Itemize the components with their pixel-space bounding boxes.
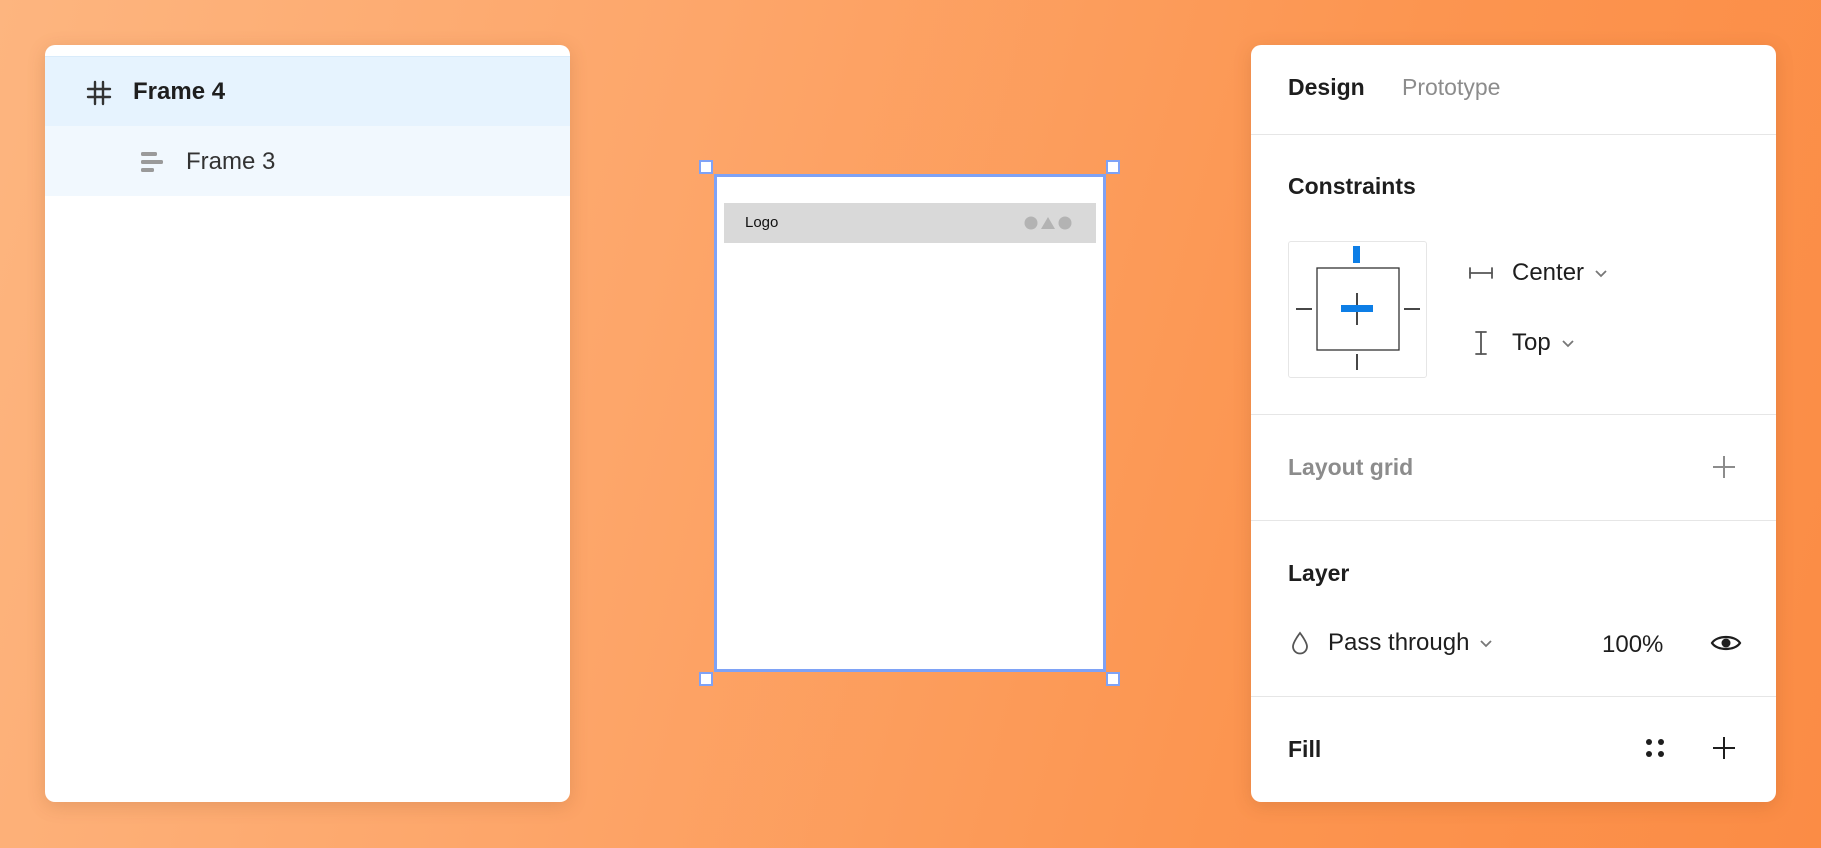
resize-handle-top-left[interactable] [699, 160, 713, 174]
blend-mode-value: Pass through [1328, 629, 1470, 656]
add-fill-button[interactable] [1709, 733, 1739, 763]
constraint-center-indicator [1341, 305, 1373, 312]
section-divider [1251, 414, 1776, 415]
resize-handle-bottom-right[interactable] [1106, 672, 1120, 686]
chevron-down-icon [1561, 335, 1577, 351]
layer-item-frame-4[interactable]: Frame 4 [45, 56, 570, 126]
frame-navbar[interactable]: Logo [724, 203, 1096, 243]
layer-item-label: Frame 4 [133, 78, 226, 105]
chevron-down-icon [1479, 639, 1493, 648]
tab-prototype[interactable]: Prototype [1402, 74, 1500, 101]
vertical-constraint-value: Top [1512, 329, 1551, 356]
auto-layout-icon [139, 149, 165, 175]
section-divider [1251, 696, 1776, 697]
section-divider [1251, 134, 1776, 135]
plus-icon [1713, 456, 1735, 478]
plus-icon [1713, 737, 1735, 759]
add-layout-grid-button[interactable] [1709, 452, 1739, 482]
styles-grid-icon [1646, 739, 1664, 757]
navbar-shapes-icon [1024, 216, 1072, 230]
section-divider [1251, 520, 1776, 521]
layer-item-label: Frame 3 [186, 148, 276, 175]
fill-title: Fill [1288, 736, 1322, 762]
layers-panel: Frame 4 Frame 3 [45, 45, 570, 802]
constraint-top-indicator [1353, 246, 1360, 263]
layer-title: Layer [1288, 560, 1350, 586]
tab-design[interactable]: Design [1288, 74, 1365, 101]
vertical-constraint-select[interactable]: Top [1466, 328, 1577, 358]
constraints-widget[interactable] [1288, 241, 1427, 378]
resize-handle-top-right[interactable] [1106, 160, 1120, 174]
blend-mode-select[interactable]: Pass through [1288, 629, 1493, 657]
frame-hash-icon [85, 79, 113, 107]
constraints-title: Constraints [1288, 173, 1416, 199]
blend-mode-drop-icon [1288, 631, 1312, 655]
fill-styles-button[interactable] [1640, 733, 1670, 763]
resize-handle-bottom-left[interactable] [699, 672, 713, 686]
selected-frame[interactable] [714, 174, 1106, 672]
horizontal-constraint-icon [1466, 258, 1496, 288]
layout-grid-title: Layout grid [1288, 454, 1414, 480]
vertical-constraint-icon [1466, 328, 1496, 358]
horizontal-constraint-select[interactable]: Center [1466, 258, 1610, 288]
visibility-eye-icon[interactable] [1709, 626, 1743, 660]
opacity-input[interactable]: 100% [1602, 631, 1663, 659]
chevron-down-icon [1594, 265, 1610, 281]
navbar-logo-text: Logo [745, 214, 779, 231]
layer-item-frame-3[interactable]: Frame 3 [45, 126, 570, 196]
horizontal-constraint-value: Center [1512, 259, 1585, 286]
design-panel: Design Prototype Constraints Center Top … [1251, 45, 1776, 802]
